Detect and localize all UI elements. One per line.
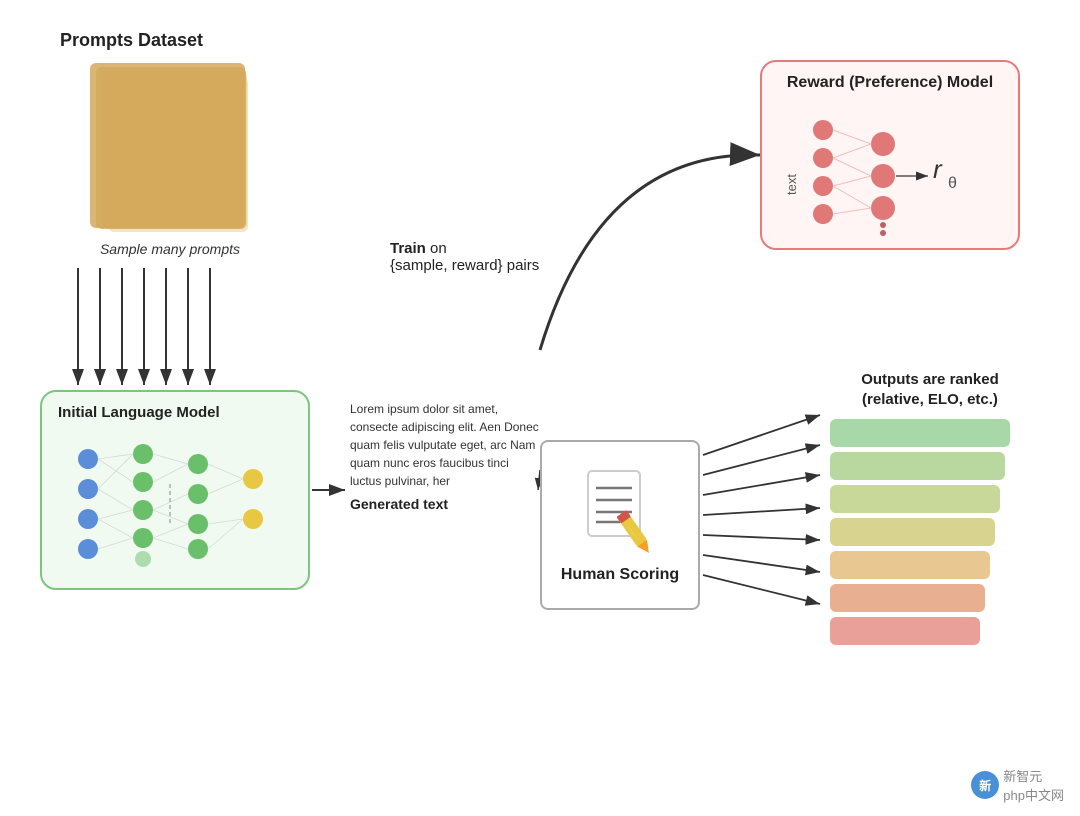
lang-model-nn	[58, 429, 278, 569]
reward-model-title: Reward (Preference) Model	[778, 74, 1002, 92]
human-scoring-label: Human Scoring	[561, 566, 679, 584]
prompts-title: Prompts Dataset	[60, 30, 280, 51]
train-label: Train on {sample, reward} pairs	[390, 240, 539, 274]
train-rest: {sample, reward} pairs	[390, 257, 539, 274]
prompts-dataset-section: Prompts Dataset Sample many prompts	[60, 30, 280, 257]
diagram-container: Prompts Dataset Sample many prompts Init…	[0, 0, 1080, 816]
generated-text-content: Lorem ipsum dolor sit amet, consecte adi…	[350, 400, 540, 490]
lang-model-box: Initial Language Model	[40, 390, 310, 590]
reward-model-nn: text r θ	[778, 100, 1008, 240]
rank-bar-4	[830, 518, 995, 546]
rank-bar-1	[830, 419, 1010, 447]
svg-text:θ: θ	[948, 175, 957, 192]
sample-label: Sample many prompts	[60, 241, 280, 257]
rank-bar-3	[830, 485, 1000, 513]
watermark-text: 新智元php中文网	[1003, 766, 1064, 804]
ranked-title: Outputs are ranked (relative, ELO, etc.)	[830, 370, 1030, 409]
generated-text-label: Generated text	[350, 496, 540, 512]
rank-bar-5	[830, 551, 990, 579]
rank-bar-7	[830, 617, 980, 645]
train-bold: Train	[390, 240, 426, 257]
generated-text-area: Lorem ipsum dolor sit amet, consecte adi…	[350, 400, 540, 512]
stacked-pages	[90, 63, 250, 233]
svg-text:text: text	[784, 174, 799, 195]
reward-model-box: Reward (Preference) Model text	[760, 60, 1020, 250]
rank-bar-6	[830, 584, 985, 612]
watermark: 新 新智元php中文网	[971, 766, 1064, 804]
ranked-outputs-section: Outputs are ranked (relative, ELO, etc.)	[830, 370, 1030, 650]
human-scoring-box: Human Scoring	[540, 440, 700, 610]
rank-bar-2	[830, 452, 1005, 480]
watermark-logo: 新	[971, 771, 999, 799]
lang-model-title: Initial Language Model	[58, 404, 292, 421]
page-4	[90, 63, 245, 228]
svg-text:r: r	[933, 154, 943, 184]
document-pencil-icon	[580, 466, 660, 556]
